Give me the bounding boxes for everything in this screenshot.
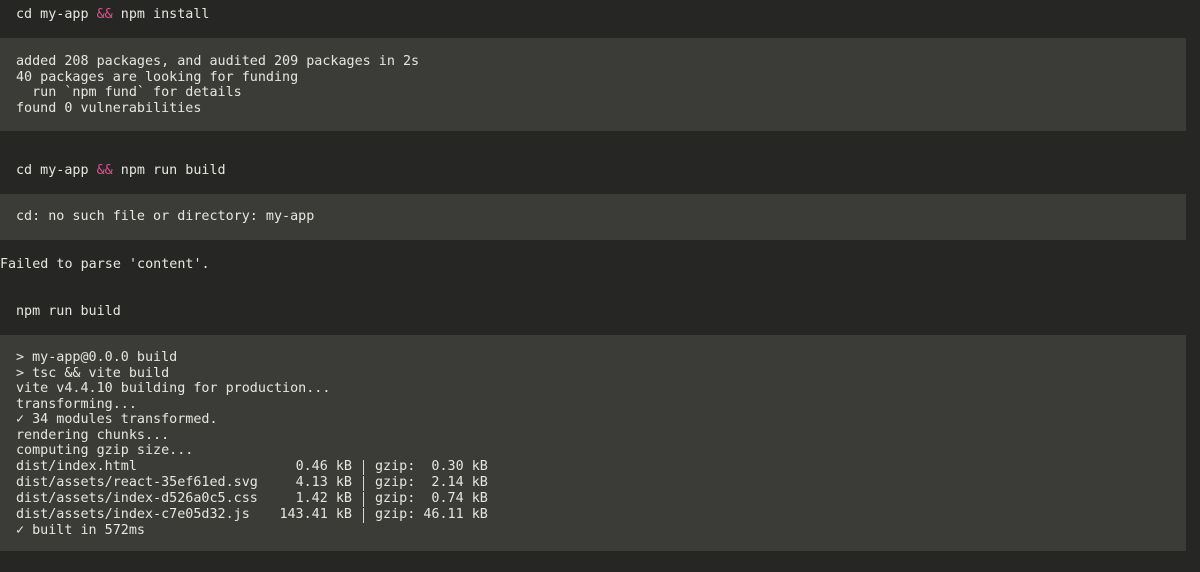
asset-size: 4.13 kB (295, 474, 352, 490)
command-line-install: cd my-app && npm install (16, 7, 210, 23)
vite-build-output: > my-app@0.0.0 build > tsc && vite build… (0, 335, 1186, 551)
asset-size: 143.41 kB (279, 506, 352, 522)
output-line: transforming... (16, 396, 137, 412)
asset-size: 0.46 kB (295, 458, 352, 474)
command-text: npm install (112, 7, 210, 22)
column-separator (363, 475, 364, 491)
output-line: 40 packages are looking for funding (16, 69, 299, 85)
install-output: added 208 packages, and audited 209 pack… (0, 38, 1186, 131)
asset-file: dist/assets/react-35ef61ed.svg (16, 474, 258, 490)
asset-gzip-size: gzip: 46.11 kB (375, 506, 488, 522)
output-line: added 208 packages, and audited 209 pack… (16, 54, 420, 69)
output-line: vite v4.4.10 building for production... (16, 381, 331, 396)
output-line: rendering chunks... (16, 427, 170, 443)
and-operator: && (96, 163, 113, 178)
command-line-build: cd my-app && npm run build (16, 163, 226, 179)
command-text: npm run build (112, 163, 226, 178)
output-line: > my-app@0.0.0 build (16, 350, 178, 365)
column-separator (363, 459, 364, 475)
and-operator: && (96, 7, 113, 22)
output-line: found 0 vulnerabilities (16, 100, 202, 116)
build-error-output: cd: no such file or directory: my-app (0, 194, 1186, 240)
asset-row: dist/assets/index-d526a0c5.css 1.42 kB g… (16, 491, 1186, 507)
output-line: ✓ 34 modules transformed. (16, 412, 218, 427)
asset-gzip-size: gzip: 0.74 kB (375, 490, 488, 506)
output-line: > tsc && vite build (16, 365, 170, 381)
asset-row: dist/index.html 0.46 kB gzip: 0.30 kB (16, 459, 1186, 475)
build-complete-line: ✓ built in 572ms (16, 522, 145, 538)
command-text: cd my-app (16, 163, 97, 178)
output-line: run `npm fund` for details (16, 85, 242, 100)
parse-error-message: Failed to parse 'content'. (0, 257, 210, 272)
column-separator (363, 491, 364, 507)
asset-gzip-size: gzip: 2.14 kB (375, 474, 488, 490)
output-line: cd: no such file or directory: my-app (16, 209, 315, 224)
asset-size: 1.42 kB (295, 490, 352, 506)
asset-row: dist/assets/react-35ef61ed.svg 4.13 kB g… (16, 475, 1186, 491)
asset-file: dist/index.html (16, 458, 137, 474)
asset-file: dist/assets/index-d526a0c5.css (16, 490, 258, 506)
command-text: cd my-app (16, 7, 97, 22)
output-line: computing gzip size... (16, 443, 194, 458)
asset-gzip-size: gzip: 0.30 kB (375, 458, 488, 474)
column-separator (363, 507, 364, 523)
asset-file: dist/assets/index-c7e05d32.js (16, 506, 250, 522)
command-line-npm-build: npm run build (16, 304, 121, 319)
asset-row: dist/assets/index-c7e05d32.js 143.41 kB … (16, 507, 1186, 523)
